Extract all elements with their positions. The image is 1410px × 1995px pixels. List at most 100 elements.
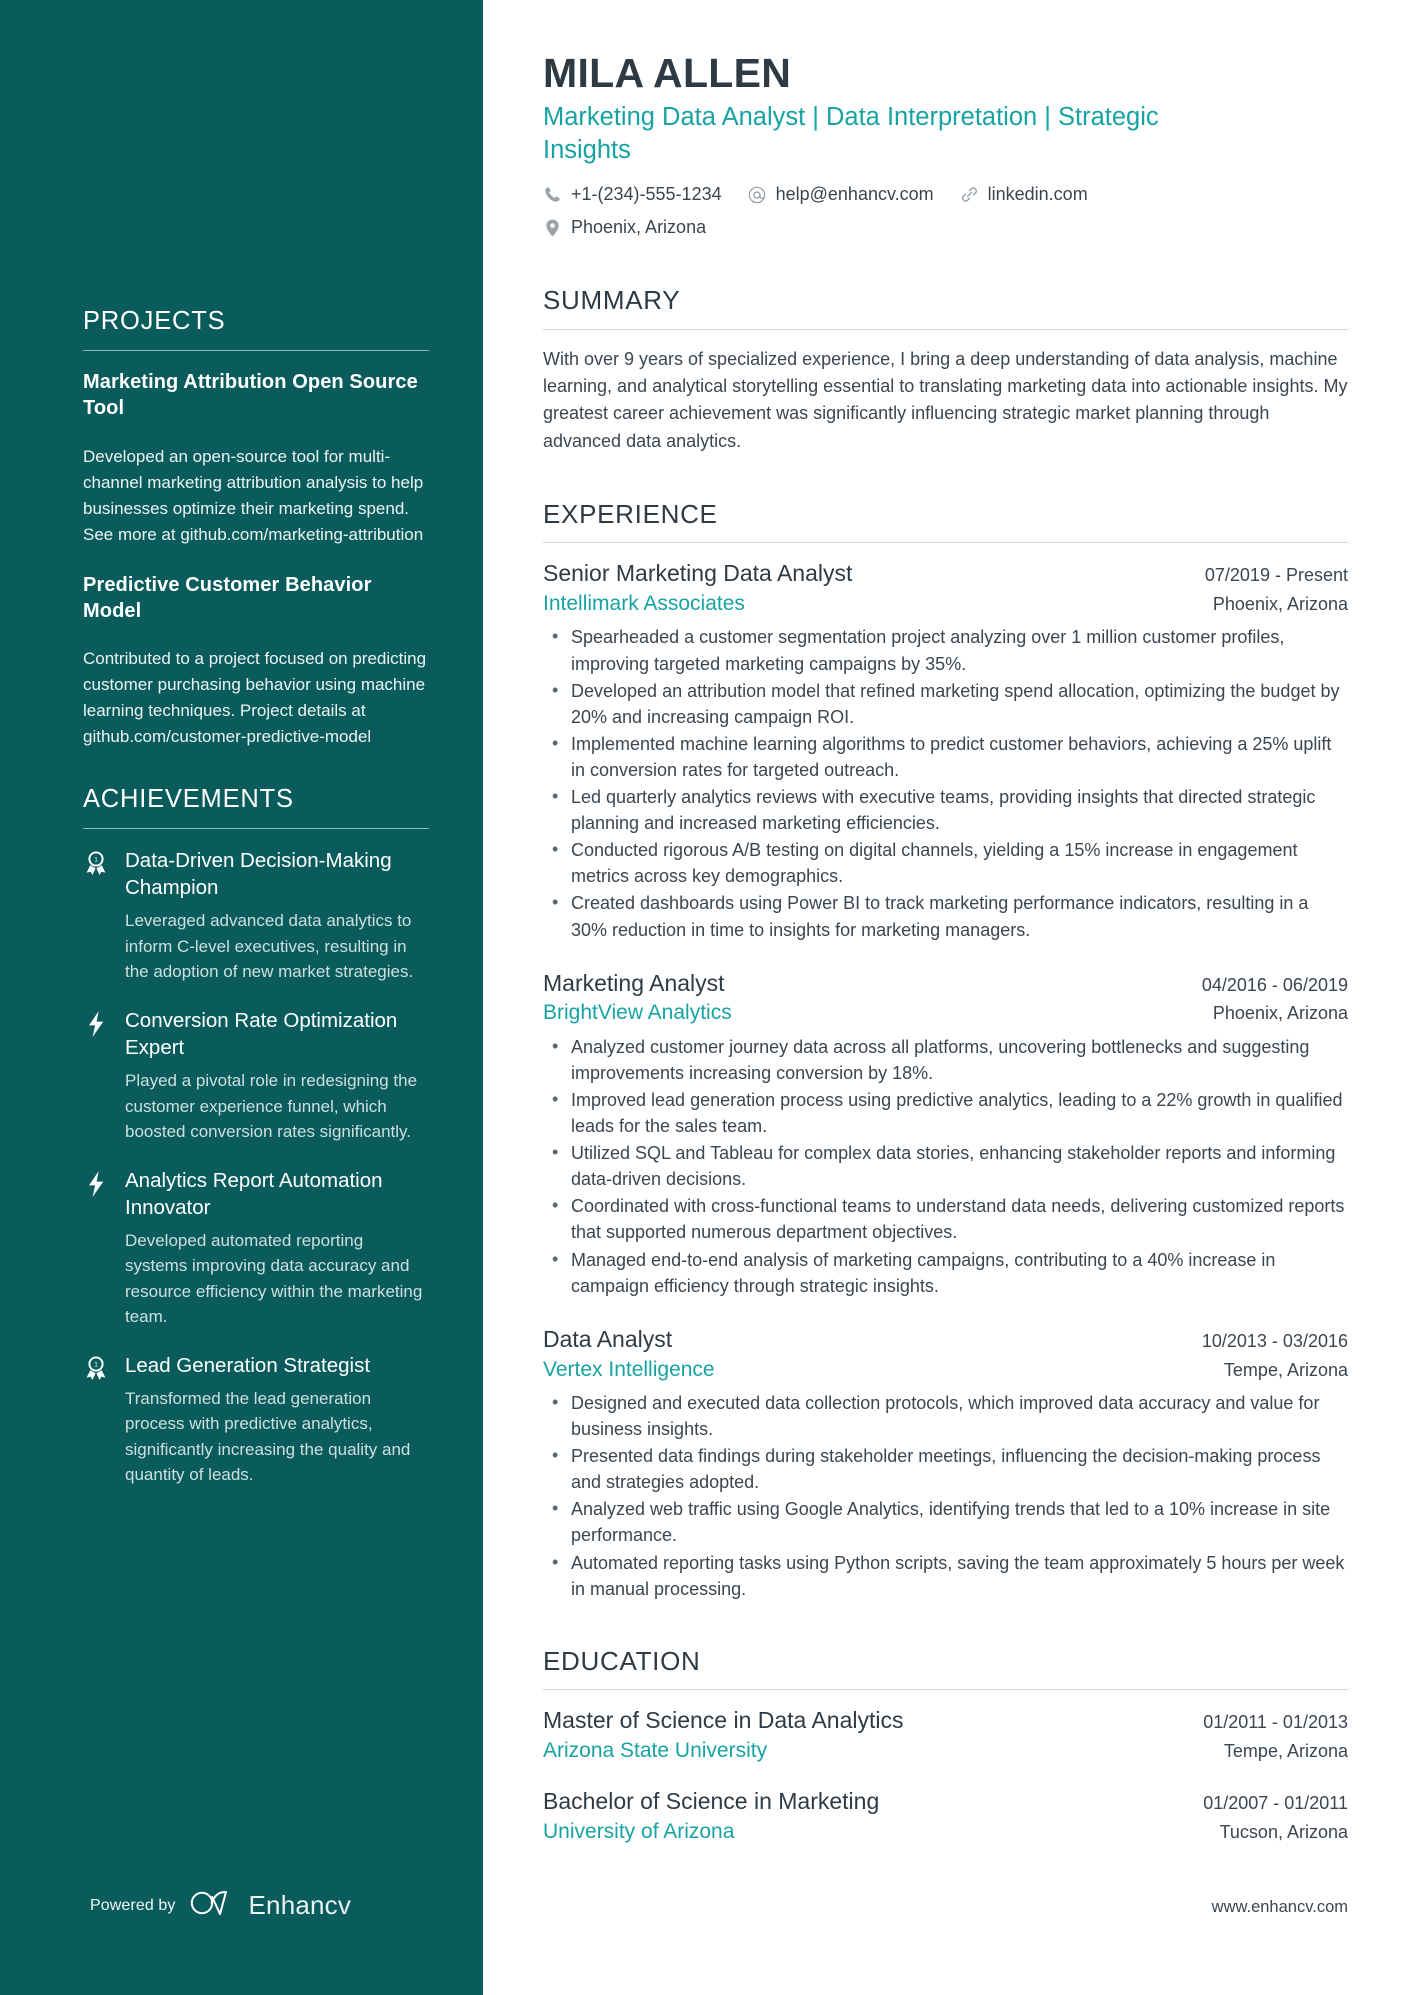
contact-link[interactable]: linkedin.com (960, 181, 1088, 208)
link-icon (960, 185, 979, 204)
experience-bullet: Coordinated with cross-functional teams … (543, 1192, 1348, 1245)
experience-bullet: Managed end-to-end analysis of marketing… (543, 1246, 1348, 1299)
experience-role: Data Analyst (543, 1325, 673, 1352)
achievement-title: Lead Generation Strategist (125, 1353, 371, 1377)
achievement-item: 1 Lead Generation Strategist Transformed… (83, 1352, 429, 1488)
experience-bullet: Led quarterly analytics reviews with exe… (543, 783, 1348, 836)
project-description: Developed an open-source tool for multi-… (83, 446, 424, 544)
medal-icon: 1 (83, 1352, 109, 1380)
achievements-divider (83, 828, 429, 830)
candidate-headline: Marketing Data Analyst | Data Interpreta… (543, 103, 1159, 165)
experience-bullet: Implemented machine learning algorithms … (543, 730, 1348, 783)
contact-phone[interactable]: +1-(234)-555-1234 (543, 181, 722, 208)
sidebar: PROJECTS Marketing Attribution Open Sour… (0, 0, 483, 1995)
education-divider (543, 1688, 1348, 1690)
experience-section-title: EXPERIENCE (543, 499, 718, 530)
experience-section: EXPERIENCE Senior Marketing Data Analyst… (543, 499, 1348, 1602)
experience-divider (543, 542, 1348, 544)
website-footer: www.enhancv.com (1211, 1898, 1348, 1916)
experience-role: Senior Marketing Data Analyst (543, 560, 853, 587)
enhancv-brand: Enhancv (190, 1890, 352, 1921)
svg-text:1: 1 (94, 857, 98, 864)
experience-company: Vertex Intelligence (543, 1357, 715, 1381)
medal-icon: 1 (83, 847, 109, 876)
project-title: Marketing Attribution Open Source Tool (83, 370, 418, 420)
svg-text:1: 1 (94, 1361, 98, 1368)
experience-dates: 10/2013 - 03/2016 (1201, 1330, 1348, 1351)
achievements-section: ACHIEVEMENTS 1 Data-Driven Decision-Maki… (83, 784, 429, 1487)
education-dates: 01/2011 - 01/2013 (1203, 1711, 1348, 1732)
email-icon (748, 185, 767, 204)
experience-bullet: Designed and executed data collection pr… (543, 1389, 1348, 1442)
summary-section-title: SUMMARY (543, 285, 681, 316)
summary-text: With over 9 years of specialized experie… (543, 348, 1348, 451)
experience-company: Intellimark Associates (543, 592, 745, 616)
enhancv-brand-name: Enhancv (248, 1890, 352, 1920)
resume-page: PROJECTS Marketing Attribution Open Sour… (0, 0, 1410, 1995)
experience-entry: Senior Marketing Data Analyst 07/2019 - … (543, 559, 1348, 942)
bolt-icon (83, 1167, 109, 1197)
education-school: Arizona State University (543, 1738, 768, 1762)
achievement-title: Analytics Report Automation Innovator (125, 1168, 383, 1219)
contact-link-text: linkedin.com (987, 184, 1088, 205)
bolt-icon (83, 1007, 109, 1037)
achievement-item: Analytics Report Automation Innovator De… (83, 1167, 429, 1330)
achievement-item: 1 Data-Driven Decision-Making Champion L… (83, 847, 429, 985)
experience-bullet: Analyzed web traffic using Google Analyt… (543, 1495, 1348, 1548)
experience-bullet: Conducted rigorous A/B testing on digita… (543, 836, 1348, 889)
projects-divider (83, 349, 429, 351)
phone-icon (543, 185, 562, 204)
achievement-title: Conversion Rate Optimization Expert (125, 1008, 398, 1059)
education-location: Tucson, Arizona (1219, 1822, 1348, 1843)
achievements-section-title: ACHIEVEMENTS (83, 785, 294, 814)
experience-location: Tempe, Arizona (1223, 1359, 1348, 1380)
experience-role: Marketing Analyst (543, 969, 725, 996)
location-icon (543, 218, 562, 237)
experience-bullet: Analyzed customer journey data across al… (543, 1033, 1348, 1086)
experience-bullets: Analyzed customer journey data across al… (543, 1033, 1348, 1299)
contact-location: Phoenix, Arizona (543, 214, 1183, 241)
education-entry: Bachelor of Science in Marketing 01/2007… (543, 1787, 1348, 1846)
experience-bullet: Developed an attribution model that refi… (543, 677, 1348, 730)
experience-entry: Data Analyst 10/2013 - 03/2016 Vertex In… (543, 1325, 1348, 1602)
education-degree: Master of Science in Data Analytics (543, 1706, 904, 1733)
project-item: Marketing Attribution Open Source Tool D… (83, 369, 429, 548)
experience-location: Phoenix, Arizona (1212, 594, 1348, 615)
experience-bullet: Utilized SQL and Tableau for complex dat… (543, 1139, 1348, 1192)
sidebar-footer: Powered by Enhancv (0, 1890, 483, 1921)
summary-divider (543, 328, 1348, 330)
experience-bullet: Improved lead generation process using p… (543, 1086, 1348, 1139)
contact-email[interactable]: help@enhancv.com (748, 181, 934, 208)
experience-location: Phoenix, Arizona (1212, 1003, 1348, 1024)
contact-list: +1-(234)-555-1234 help@enhancv.com linke… (543, 181, 1183, 241)
experience-bullet: Created dashboards using Power BI to tra… (543, 889, 1348, 942)
main-content: MILA ALLEN Marketing Data Analyst | Data… (483, 0, 1410, 1995)
experience-dates: 04/2016 - 06/2019 (1201, 974, 1348, 995)
experience-entry: Marketing Analyst 04/2016 - 06/2019 Brig… (543, 969, 1348, 1299)
project-item: Predictive Customer Behavior Model Contr… (83, 572, 429, 751)
powered-by-label: Powered by (90, 1896, 176, 1914)
education-school: University of Arizona (543, 1820, 735, 1844)
experience-bullets: Designed and executed data collection pr… (543, 1389, 1348, 1602)
experience-company: BrightView Analytics (543, 1001, 732, 1025)
project-title: Predictive Customer Behavior Model (83, 573, 372, 623)
experience-bullet: Presented data findings during stakehold… (543, 1442, 1348, 1495)
contact-email-text: help@enhancv.com (775, 184, 934, 205)
achievement-item: Conversion Rate Optimization Expert Play… (83, 1007, 429, 1145)
projects-section-title: PROJECTS (83, 307, 226, 335)
enhancv-logo-icon (190, 1890, 238, 1921)
achievement-description: Developed automated reporting systems im… (125, 1230, 423, 1327)
experience-dates: 07/2019 - Present (1204, 565, 1348, 586)
contact-phone-text: +1-(234)-555-1234 (571, 184, 722, 205)
candidate-name: MILA ALLEN (543, 50, 792, 96)
achievement-description: Leveraged advanced data analytics to inf… (125, 911, 414, 982)
experience-bullet: Spearheaded a customer segmentation proj… (543, 623, 1348, 676)
education-location: Tempe, Arizona (1223, 1740, 1348, 1761)
achievement-title: Data-Driven Decision-Making Champion (125, 849, 392, 900)
experience-bullets: Spearheaded a customer segmentation proj… (543, 623, 1348, 942)
achievement-description: Played a pivotal role in redesigning the… (125, 1071, 418, 1141)
education-section: EDUCATION Master of Science in Data Anal… (543, 1646, 1348, 1847)
education-dates: 01/2007 - 01/2011 (1203, 1793, 1348, 1814)
experience-bullet: Automated reporting tasks using Python s… (543, 1549, 1348, 1602)
project-description: Contributed to a project focused on pred… (83, 649, 427, 747)
